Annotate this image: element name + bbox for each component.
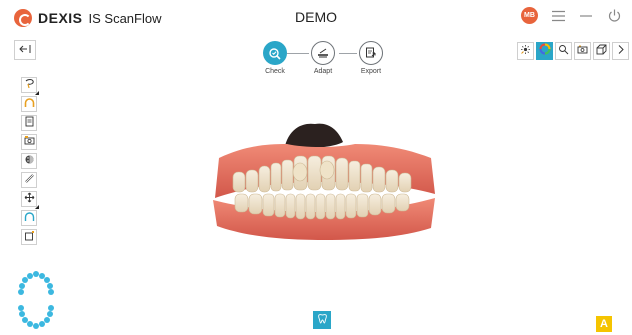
step-check[interactable]: Check [258, 41, 292, 75]
view-cube-icon [596, 42, 607, 60]
dental-scan-3d-model[interactable] [205, 108, 440, 248]
chevron-right-icon [617, 42, 625, 60]
step-adapt[interactable]: Adapt [306, 41, 340, 75]
title-bar: DEXIS IS ScanFlow DEMO MB [0, 0, 632, 34]
arch-outline-tool[interactable] [21, 210, 37, 226]
user-avatar[interactable]: MB [521, 7, 538, 24]
toolbar-expand-button[interactable] [612, 42, 629, 60]
arch-outline-icon [24, 209, 35, 227]
collapse-panel-button[interactable] [14, 40, 36, 60]
step-export[interactable]: Export [354, 41, 388, 75]
color-mode-button[interactable] [536, 42, 553, 60]
step-label-adapt: Adapt [313, 68, 333, 75]
submenu-indicator [35, 205, 39, 209]
power-icon[interactable] [606, 8, 622, 24]
adapt-trim-icon [311, 41, 335, 65]
zoom-icon [558, 42, 569, 60]
camera-photo-tool[interactable] [21, 134, 37, 150]
camera-photo-icon [24, 133, 35, 151]
partial-tool-icon [24, 228, 35, 246]
color-texture-tool[interactable] [21, 153, 37, 169]
upper-arch-tool[interactable] [21, 96, 37, 112]
measure-ruler-icon [24, 171, 35, 189]
color-wheel-icon [539, 42, 551, 60]
corner-badge: A [596, 316, 612, 332]
snapshot-button[interactable] [574, 42, 591, 60]
product-name: IS ScanFlow [88, 10, 162, 26]
brand-name: DEXIS [38, 10, 83, 26]
workflow-stepper: Check Adapt Export [258, 41, 390, 81]
minimize-icon[interactable] [578, 8, 594, 24]
color-texture-icon [24, 152, 35, 170]
window-controls: MB [521, 7, 622, 24]
lasso-cut-icon [24, 76, 35, 94]
move-pan-tool[interactable] [21, 190, 39, 209]
zoom-button[interactable] [555, 42, 572, 60]
check-scan-icon [263, 41, 287, 65]
lighting-icon [520, 42, 531, 60]
lighting-button[interactable] [517, 42, 534, 60]
view-cube-button[interactable] [593, 42, 610, 60]
document-tool[interactable] [21, 115, 37, 131]
document-icon [24, 114, 35, 132]
upper-arch-icon [24, 95, 35, 113]
tooth-selection-button[interactable] [313, 311, 331, 329]
measure-ruler-tool[interactable] [21, 172, 37, 188]
arch-navigator-thumbnail[interactable] [15, 269, 57, 331]
partial-tool[interactable] [21, 229, 37, 245]
snapshot-icon [577, 42, 588, 60]
left-tool-strip [19, 74, 39, 250]
submenu-indicator [35, 91, 39, 95]
view-toolbar [517, 42, 629, 60]
panel-toggle-icon [19, 41, 31, 59]
dexis-logo-icon [14, 9, 32, 27]
hamburger-menu-icon[interactable] [550, 8, 566, 24]
tooth-icon [317, 311, 328, 329]
brand: DEXIS IS ScanFlow [14, 8, 162, 28]
move-pan-icon [24, 190, 35, 208]
lasso-cut-tool[interactable] [21, 76, 39, 95]
step-label-export: Export [360, 68, 382, 75]
export-icon [359, 41, 383, 65]
step-label-check: Check [265, 68, 285, 75]
